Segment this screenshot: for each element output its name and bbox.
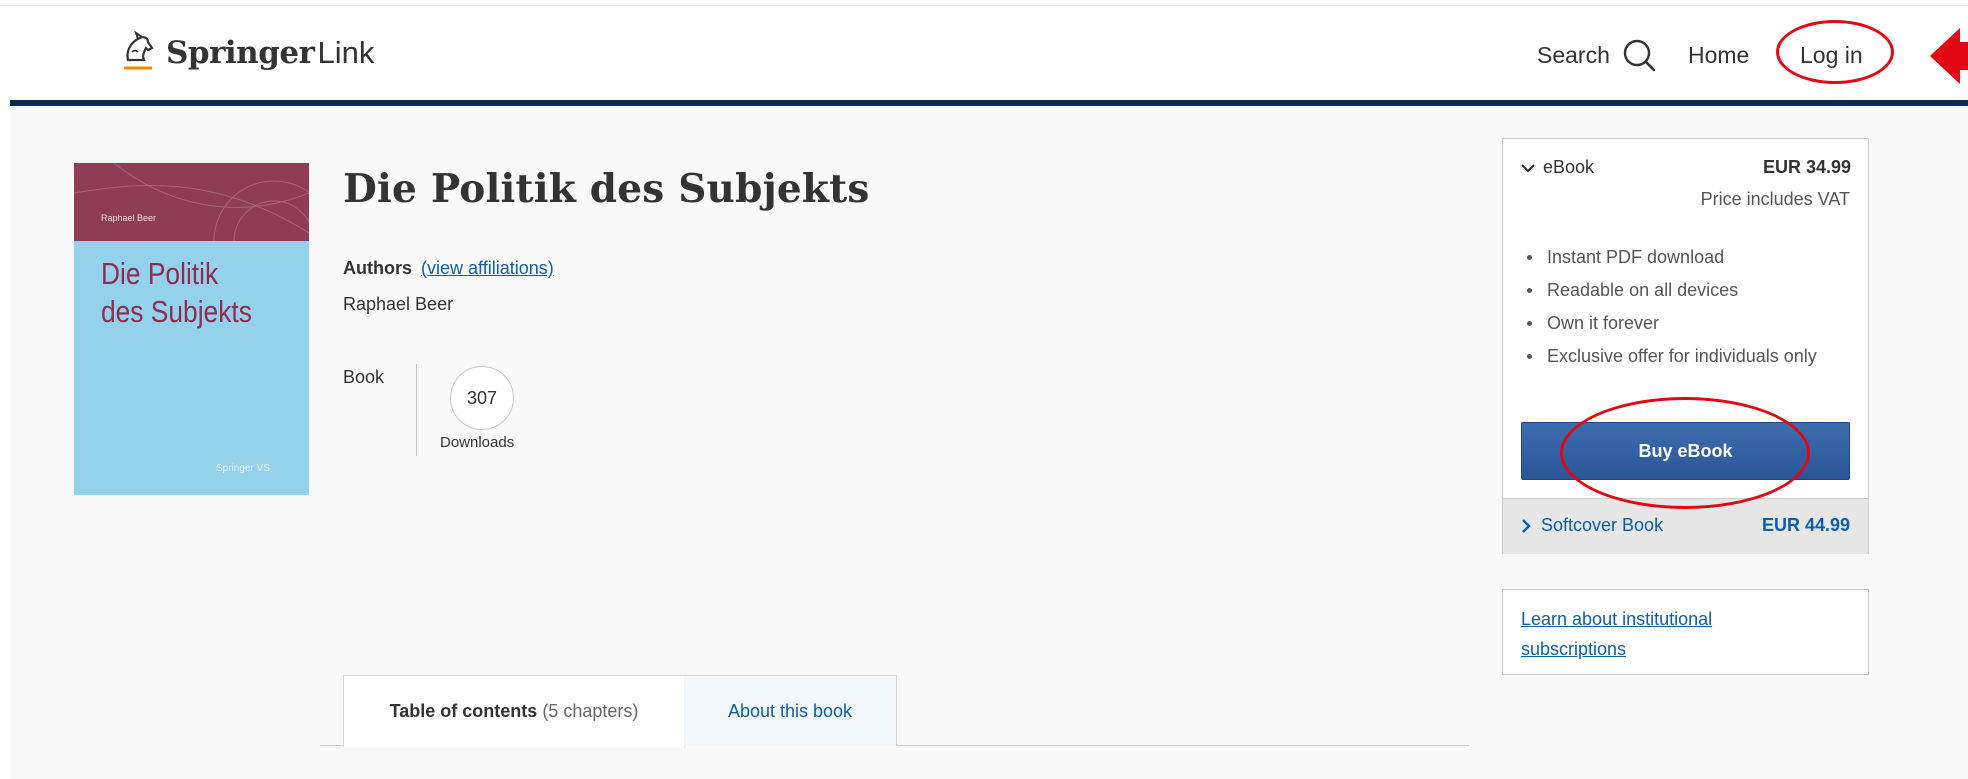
logo-brand-text: Springer — [166, 35, 315, 71]
feature-item: Exclusive offer for individuals only — [1527, 342, 1857, 370]
arrow-left-icon — [1930, 28, 1968, 84]
springer-horse-logo-icon — [124, 30, 154, 70]
softcover-label: Softcover Book — [1541, 515, 1664, 535]
search-icon — [1623, 39, 1656, 72]
author-name: Raphael Beer — [343, 294, 454, 314]
search-link[interactable]: Search — [1537, 30, 1656, 80]
feature-item: Instant PDF download — [1527, 243, 1857, 271]
logo-suffix-text: Link — [317, 35, 375, 70]
cover-author: Raphael Beer — [101, 213, 157, 223]
vat-note: Price includes VAT — [1700, 189, 1850, 209]
cover-top-band — [74, 163, 309, 241]
tab-toc-label: Table of contents — [389, 701, 538, 721]
tab-table-of-contents[interactable]: Table of contents (5 chapters) — [343, 675, 685, 747]
ebook-price: EUR 34.99 — [1762, 157, 1851, 177]
cover-pattern-graphic — [74, 163, 309, 241]
home-link[interactable]: Home — [1688, 30, 1749, 80]
chevron-down-icon — [1521, 163, 1535, 172]
chevron-right-icon — [1522, 518, 1531, 533]
ebook-label: eBook — [1543, 157, 1595, 177]
ebook-features-list: Instant PDF download Readable on all dev… — [1527, 243, 1857, 375]
search-label: Search — [1537, 41, 1610, 68]
cover-title: Die Politik des Subjekts — [101, 255, 252, 331]
site-header: Springer Link — [10, 6, 1968, 106]
book-type-label: Book — [343, 367, 385, 387]
login-highlight-oval — [1776, 20, 1894, 84]
feature-item: Own it forever — [1527, 309, 1857, 337]
buy-button-highlight-oval — [1560, 397, 1810, 509]
cover-title-line1: Die Politik — [101, 256, 219, 291]
authors-line: Authors (view affiliations) — [343, 258, 554, 279]
downloads-count-badge: 307 — [450, 366, 514, 430]
downloads-label: Downloads — [440, 434, 515, 451]
cover-publisher: Springer VS — [216, 463, 270, 474]
ebook-label-wrap: eBook — [1521, 157, 1594, 178]
institutional-subscriptions-link[interactable]: Learn about institutional subscriptions — [1521, 604, 1781, 664]
feature-item: Readable on all devices — [1527, 276, 1857, 304]
view-affiliations-link[interactable]: (view affiliations) — [421, 258, 554, 278]
authors-label: Authors — [343, 258, 412, 278]
springer-link-logo[interactable]: Springer Link — [118, 28, 374, 78]
tab-about-this-book[interactable]: About this book — [684, 675, 897, 746]
softcover-label-wrap: Softcover Book — [1521, 515, 1663, 536]
page-title: Die Politik des Subjekts — [343, 166, 870, 212]
book-cover-image[interactable]: Raphael Beer Die Politik des Subjekts Sp… — [74, 163, 309, 495]
softcover-price: EUR 44.99 — [1761, 515, 1850, 535]
tab-toc-count: (5 chapters) — [542, 701, 639, 721]
institutional-box: Learn about institutional subscriptions — [1502, 589, 1869, 675]
cover-title-line2: des Subjekts — [101, 294, 252, 329]
metrics-divider — [416, 364, 417, 456]
